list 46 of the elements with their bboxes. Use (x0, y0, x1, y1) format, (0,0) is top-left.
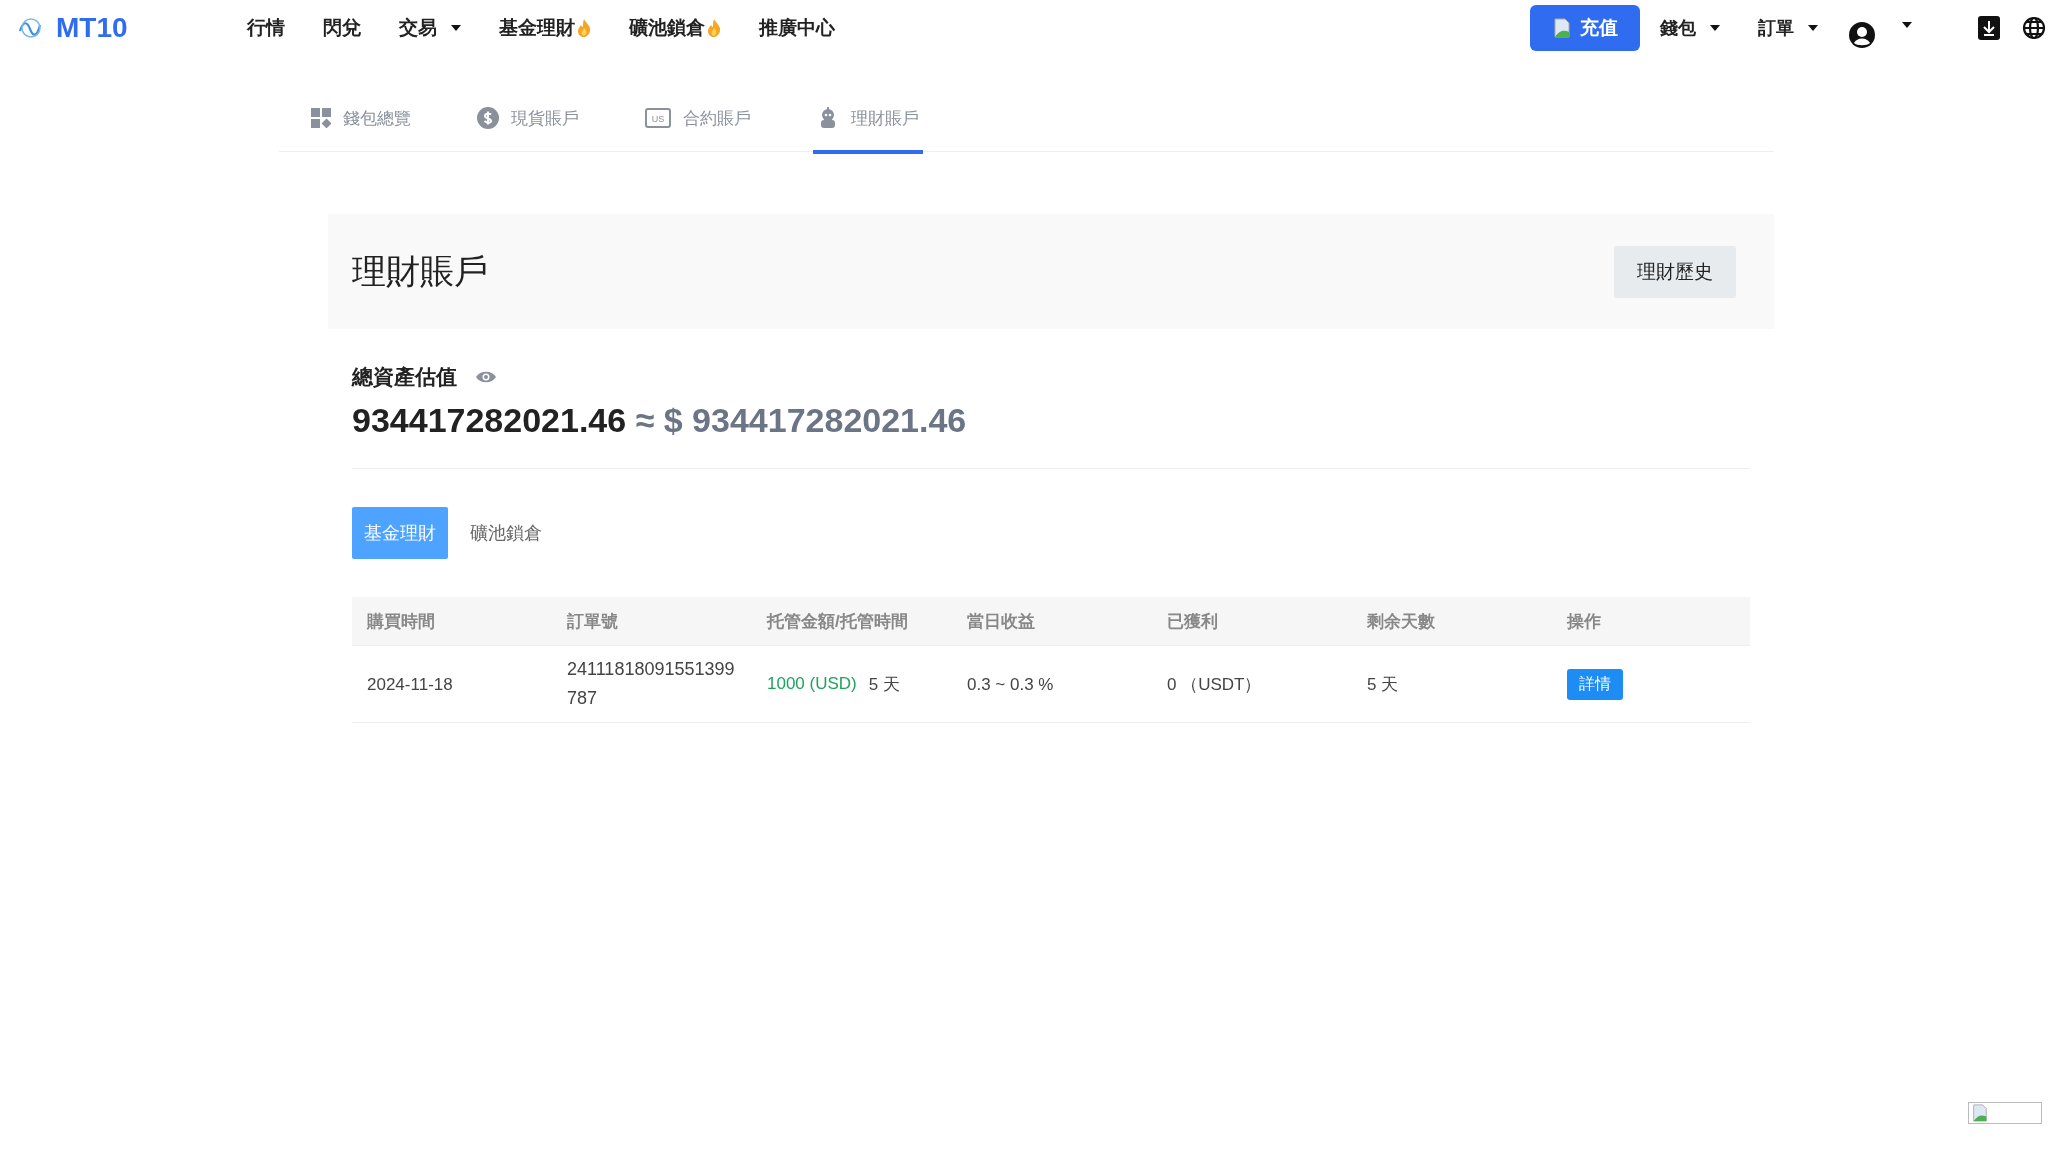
table-cell-text: 0 （USDT） (1166, 673, 1263, 696)
column-header: 操作 (1565, 610, 1602, 633)
caret-icon (1902, 22, 1912, 28)
column-header: 已獲利 (1166, 610, 1219, 633)
nav-link[interactable]: 閃兌 (323, 15, 361, 41)
caret-icon (1710, 25, 1720, 31)
broken-image-icon (1552, 18, 1572, 38)
globe-icon[interactable] (2022, 16, 2046, 40)
table-cell-text: 0.3 ~ 0.3 % (966, 673, 1055, 696)
grid-icon (311, 108, 331, 128)
dollar-coin-icon (477, 107, 499, 129)
nav-link[interactable]: 推廣中心 (759, 15, 835, 41)
column-header: 剩余天數 (1366, 610, 1436, 633)
column-header: 當日收益 (966, 610, 1036, 633)
page-title: 理財賬戶 (352, 250, 488, 292)
user-avatar-icon[interactable] (1848, 21, 1876, 49)
nav-link[interactable]: 交易 (399, 15, 437, 41)
amount-text: 1000 (USD) (767, 674, 857, 694)
term-text: 5 天 (868, 673, 900, 696)
sub-tab[interactable]: 礦池鎖倉 (458, 507, 554, 559)
table-cell-text: 2024-11-18 (366, 673, 454, 696)
deposit-button[interactable]: 充值 (1530, 5, 1640, 51)
total-label: 總資產估值 (352, 364, 457, 390)
brand-name[interactable]: MT10 (56, 12, 128, 44)
us-badge-icon: US (645, 108, 671, 128)
nav-link[interactable]: 基金理財 (499, 15, 575, 41)
column-header: 購買時間 (366, 610, 436, 633)
history-button[interactable]: 理財歷史 (1614, 245, 1736, 298)
usd-estimate: ≈ $ 934417282021.46 (635, 401, 967, 439)
flame-icon (577, 19, 591, 37)
table-cell-text: 5 天 (1366, 673, 1400, 696)
column-header: 訂單號 (566, 610, 619, 633)
download-icon[interactable] (1978, 16, 2000, 40)
table-cell-text: 24111818091551399787 (566, 658, 736, 710)
broken-image-icon (1971, 1104, 1989, 1122)
nav-link[interactable]: 礦池鎖倉 (629, 15, 705, 41)
menu-dropdown[interactable]: 錢包 (1660, 16, 1696, 40)
caret-icon (451, 25, 461, 31)
column-header: 托管金額/托管時間 (765, 610, 909, 633)
flame-icon (707, 19, 721, 37)
eye-icon[interactable] (475, 370, 497, 384)
total-amount: 934417282021.46 (352, 401, 627, 439)
caret-icon (1808, 25, 1818, 31)
menu-dropdown[interactable]: 訂單 (1758, 16, 1794, 40)
nav-link[interactable]: 行情 (247, 15, 285, 41)
wave-logo-icon (18, 17, 44, 39)
